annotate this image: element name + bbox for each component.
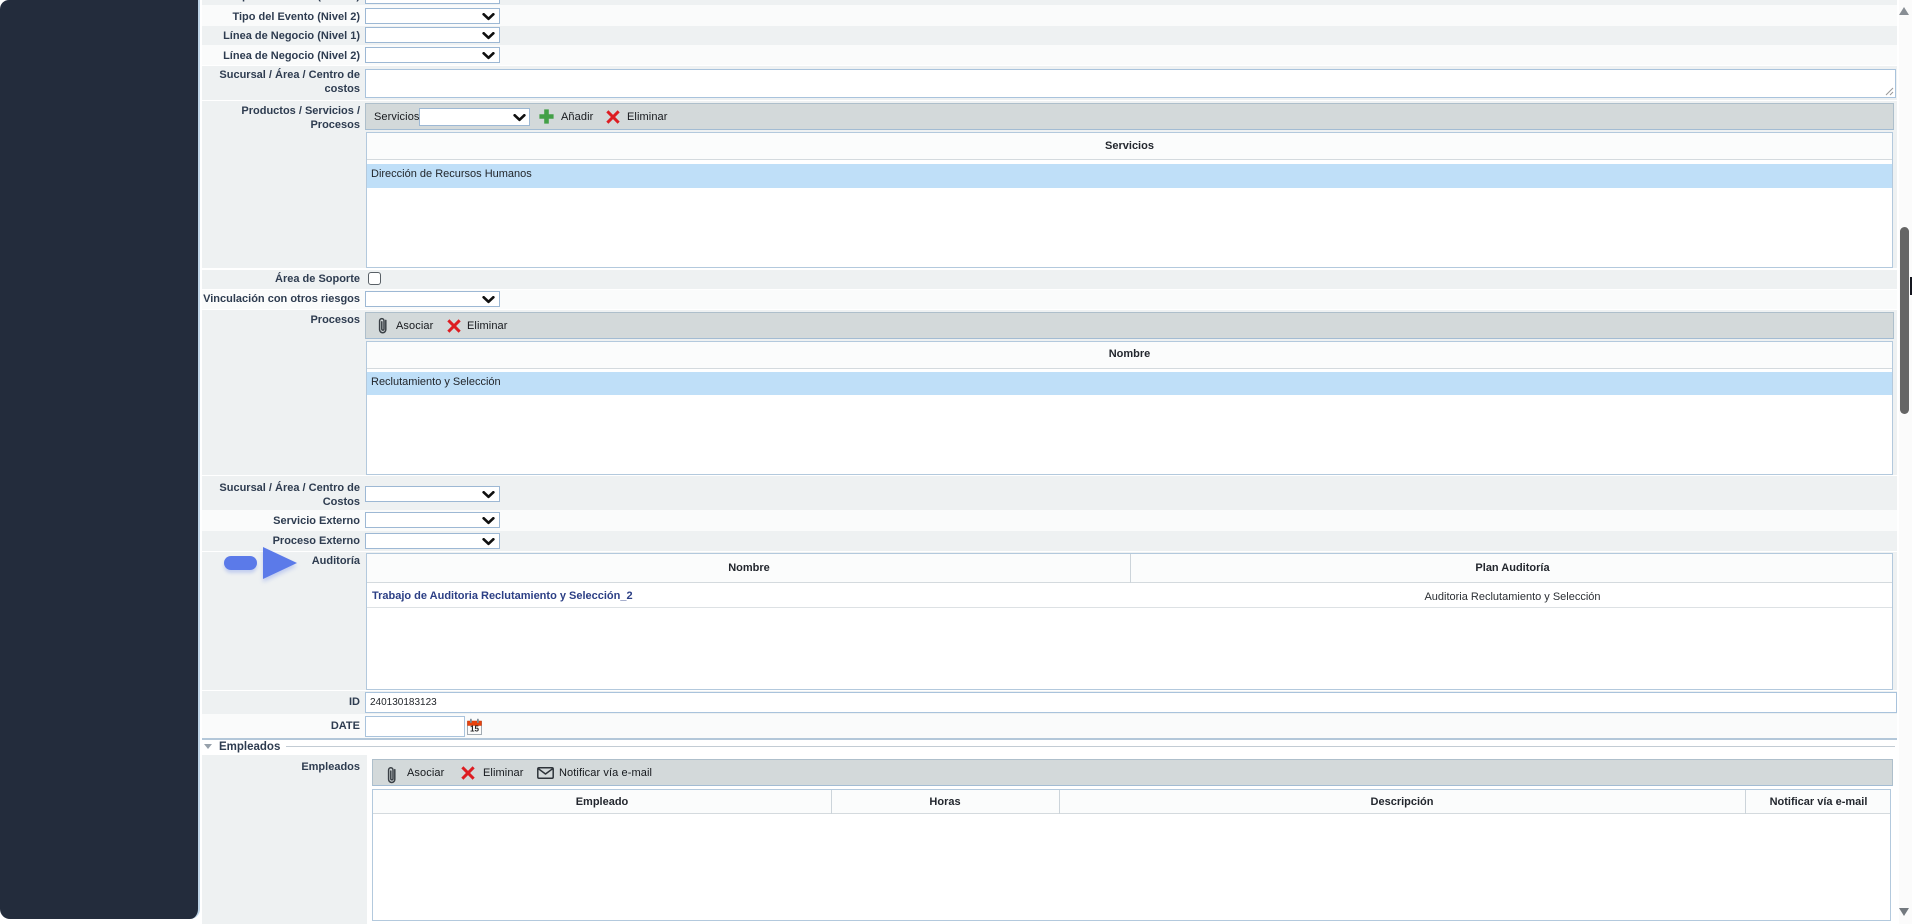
svg-text:15: 15 [470, 725, 479, 734]
